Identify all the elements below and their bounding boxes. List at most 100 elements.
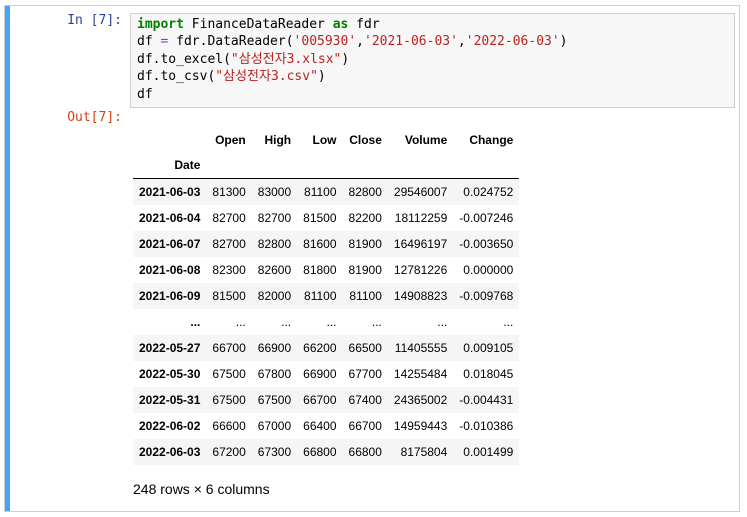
row-index: 2022-05-31 [139, 393, 201, 407]
cell-output: Open High Low Close Volume Change Date 2021-0… [133, 127, 520, 497]
code-line: df.to_excel("삼성전자3.xlsx") [137, 51, 728, 68]
table-cell: 82800 [257, 237, 292, 251]
code-token: ) [341, 51, 350, 67]
table-cell: -0.010386 [459, 419, 514, 433]
code-editor[interactable]: import FinanceDataReader as fdr df = fdr.… [130, 13, 735, 108]
corner-cell [133, 127, 206, 152]
table-cell: 14908823 [393, 289, 448, 303]
table-cell: 0.000000 [463, 263, 514, 277]
table-cell: 24365002 [393, 393, 448, 407]
code-token: ) [559, 34, 568, 50]
table-cell: 14255484 [393, 367, 448, 381]
table-cell: 81300 [212, 185, 246, 199]
table-cell: ... [235, 315, 246, 329]
table-cell: 66500 [348, 341, 382, 355]
table-cell: 81800 [303, 263, 337, 277]
table-cell: 0.001499 [463, 445, 514, 459]
column-header: Change [469, 132, 514, 147]
code-token: df.to_excel( [137, 51, 231, 67]
code-token: '2022-06-03' [465, 34, 560, 50]
table-cell: 81500 [212, 289, 246, 303]
code-token: '005930' [293, 34, 357, 50]
table-cell: 66700 [212, 341, 246, 355]
table-cell: 66900 [303, 367, 337, 381]
table-cell: 18112259 [394, 211, 448, 225]
code-line: df = fdr.DataReader('005930','2021-06-03… [137, 33, 728, 50]
table-cell: 66900 [257, 341, 292, 355]
row-index: 2021-06-03 [139, 185, 201, 199]
code-token: "삼성전자3.xlsx" [230, 51, 342, 67]
row-index: 2022-06-02 [139, 419, 201, 433]
table-cell: 66200 [303, 341, 337, 355]
table-cell: 12781226 [393, 263, 448, 277]
table-row: 2021-06-03 81300 83000 81100 82800 29546007 0.… [133, 178, 520, 205]
table-cell: 66800 [348, 445, 382, 459]
code-token: '2021-06-03' [364, 34, 458, 50]
table-row: 2022-05-27 66700 66900 66200 66500 11405555 0.… [133, 335, 520, 361]
code-token: fdr.DataReader( [168, 34, 294, 50]
table-cell: 82700 [212, 237, 246, 251]
code-token: "삼성전자3.csv" [215, 69, 318, 85]
row-index: 2022-05-27 [139, 341, 201, 355]
table-cell: ... [437, 315, 448, 329]
table-cell: 0.024752 [463, 185, 514, 199]
table-cell: 81900 [348, 263, 382, 277]
table-cell: 81600 [303, 237, 337, 251]
table-cell: 67500 [212, 393, 246, 407]
table-cell: 82700 [212, 211, 246, 225]
table-cell: 66800 [303, 445, 337, 459]
code-token: , [356, 34, 364, 50]
table-cell: 83000 [257, 185, 292, 199]
table-cell: ... [326, 315, 337, 329]
code-token: df [137, 86, 153, 102]
code-token: df.to_csv( [137, 69, 216, 85]
code-line: df [137, 86, 728, 103]
table-cell: -0.007246 [459, 211, 514, 225]
row-index: 2021-06-09 [139, 289, 201, 303]
table-cell: 0.009105 [463, 341, 514, 355]
dataframe-body: 2021-06-03 81300 83000 81100 82800 29546007 0.… [133, 178, 520, 465]
table-cell: 67200 [212, 445, 246, 459]
table-cell: -0.003650 [459, 237, 514, 251]
cell-selection-bar [5, 6, 10, 511]
table-cell: 81100 [304, 185, 337, 199]
table-cell: 66700 [303, 393, 337, 407]
input-prompt: In [7]: [67, 13, 122, 28]
table-cell: 81500 [303, 211, 337, 225]
column-header: Close [349, 132, 382, 147]
table-cell: 82700 [257, 211, 292, 225]
row-index: ... [190, 315, 201, 329]
row-index: 2021-06-07 [139, 237, 201, 251]
code-token: df [137, 34, 161, 50]
table-cell: ... [503, 315, 514, 329]
table-row: 2021-06-09 81500 82000 81100 81100 14908823 -0… [133, 283, 520, 309]
table-row: 2022-06-02 66600 67000 66400 66700 14959443 -0… [133, 413, 520, 439]
table-row: 2021-06-07 82700 82800 81600 81900 16496197 -0… [133, 231, 520, 257]
column-header: High [264, 132, 292, 147]
table-cell: 67700 [348, 367, 382, 381]
table-cell: 81100 [304, 289, 337, 303]
output-prompt: Out[7]: [67, 110, 122, 125]
table-cell: 82000 [257, 289, 292, 303]
table-cell: 16496197 [393, 237, 448, 251]
table-cell: 82800 [348, 185, 382, 199]
table-cell: 82600 [257, 263, 292, 277]
code-line: import FinanceDataReader as fdr [137, 16, 728, 33]
code-token: fdr [348, 17, 380, 32]
table-cell: 67000 [257, 419, 292, 433]
table-row: 2021-06-08 82300 82600 81800 81900 12781226 0.… [133, 257, 520, 283]
column-header: Open [215, 132, 246, 147]
dataframe-shape: 248 rows × 6 columns [133, 481, 270, 497]
table-cell: ... [371, 315, 382, 329]
row-index: 2022-05-30 [139, 367, 201, 381]
code-token: import [137, 17, 184, 32]
table-cell: -0.009768 [459, 289, 514, 303]
row-index: 2022-06-03 [139, 445, 201, 459]
code-token: , [457, 34, 466, 50]
table-cell: -0.004431 [459, 393, 514, 407]
table-row: 2021-06-04 82700 82700 81500 82200 18112259 -0… [133, 205, 520, 231]
table-cell: 82300 [212, 263, 246, 277]
table-cell: 66400 [303, 419, 337, 433]
column-header: Volume [404, 132, 448, 147]
table-cell: 67400 [348, 393, 382, 407]
